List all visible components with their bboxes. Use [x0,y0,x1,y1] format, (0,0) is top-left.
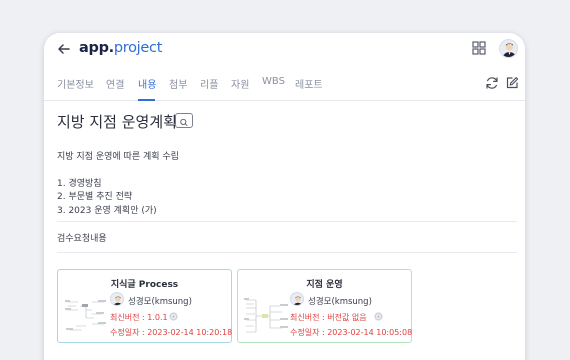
user-avatar[interactable] [499,39,518,58]
logo-project-text: project [113,40,163,56]
person-icon [293,296,303,305]
card-modified-date: 수정일자 : 2023-02-14 10:20:18 [110,328,233,337]
edit-icon[interactable] [505,76,519,90]
tab-reply[interactable]: 리플 [200,76,218,91]
title-search-button[interactable] [175,113,193,128]
card-modified-date: 수정일자 : 2023-02-14 10:05:08 [290,328,413,337]
tab-bar: 기본정보 연결 내용 첨부 리플 자원 WBS 레포트 [44,65,525,101]
user-avatar-icon [502,43,517,57]
content-item-1: 1. 경영방침 [57,179,102,189]
card-version: 최신버전 : 1.0.1 [110,313,168,322]
content-item-2: 2. 부문별 추진 전략 [57,192,133,202]
content-summary: 지방 지점 운영에 따른 계획 수립 [57,152,179,162]
tab-report[interactable]: 레포트 [295,76,323,91]
mindmap-thumbnail-icon [244,298,288,333]
card-author: 성경모(kmsung) [308,297,372,307]
back-arrow-icon[interactable] [56,41,72,57]
tab-resource[interactable]: 자원 [231,76,249,91]
logo-app-text: app. [79,40,114,56]
author-avatar [290,292,304,306]
app-logo[interactable]: app.project [79,40,162,56]
author-avatar [110,292,124,306]
card-version: 최신버전 : 버전값 없음 [290,313,367,322]
person-icon [113,296,123,305]
refresh-icon[interactable] [485,76,499,90]
divider [57,221,517,222]
tab-attachment[interactable]: 첨부 [169,76,187,91]
tab-link[interactable]: 연결 [106,76,124,91]
tab-wbs[interactable]: WBS [262,76,285,87]
gear-icon[interactable] [168,311,179,322]
review-request-label: 검수요청내용 [57,234,107,244]
page-title: 지방 지점 운영계획 [57,113,177,131]
card-title: 지식글 Process [110,280,179,290]
document-card[interactable]: 지식글 Process 성경모(kmsung) 최신버전 : 1.0.1 수정일… [57,269,232,343]
card-author: 성경모(kmsung) [128,297,192,307]
active-tab-indicator [138,99,155,101]
card-title: 지점 운영 [306,280,343,290]
document-card[interactable]: 지점 운영 성경모(kmsung) 최신버전 : 버전값 없음 수정일자: 2… [237,269,412,343]
divider [57,252,517,253]
top-bar: app.project [44,33,525,65]
tab-basic-info[interactable]: 기본정보 [57,76,94,91]
mindmap-thumbnail-icon [65,300,106,331]
grid-menu-icon[interactable] [472,41,486,55]
content-item-3: 3. 2023 운영 계획안 (가) [57,206,157,216]
app-window: app.project 기본정보 연결 내용 첨부 리플 자원 WBS 레포트 [44,33,525,360]
tab-content[interactable]: 내용 [138,76,156,91]
gear-icon[interactable] [373,311,384,322]
search-icon [180,118,188,127]
